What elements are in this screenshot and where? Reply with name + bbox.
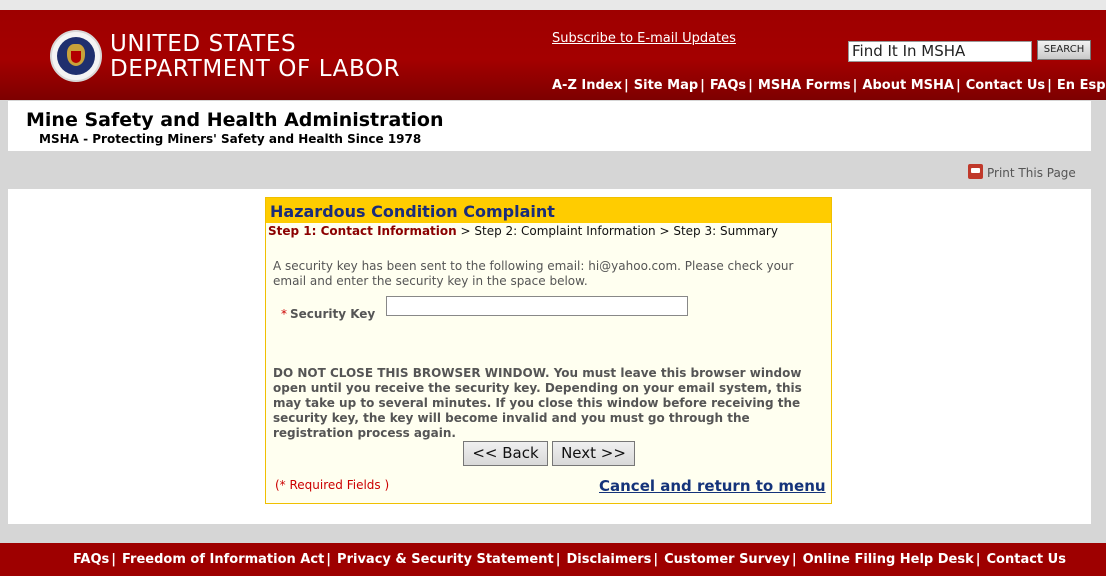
cancel-link[interactable]: Cancel and return to menu [599, 477, 826, 495]
nav-separator: | [852, 78, 858, 93]
security-key-label: * Security Key [281, 307, 375, 321]
top-nav: A-Z Index | Site Map | FAQs | MSHA Forms | About… [552, 78, 1106, 93]
nav-msha-forms[interactable]: MSHA Forms [758, 78, 851, 93]
nav-site-map[interactable]: Site Map [634, 78, 698, 93]
agency-title-bar: Mine Safety and Health Administration MS… [8, 101, 1091, 151]
step-indicator: Step 1: Contact Information > Step 2: Co… [268, 224, 778, 238]
subscribe-link[interactable]: Subscribe to E-mail Updates [552, 31, 736, 46]
next-button[interactable]: Next >> [552, 441, 635, 466]
nav-about-msha[interactable]: About MSHA [862, 78, 954, 93]
browser-warning: DO NOT CLOSE THIS BROWSER WINDOW. You mu… [273, 366, 802, 440]
site-footer: FAQs | Freedom of Information Act | Privacy … [0, 543, 1106, 576]
page-title: Mine Safety and Health Administration [26, 109, 444, 131]
footer-nav: FAQs | Freedom of Information Act | Privacy … [73, 552, 1066, 567]
footer-foia[interactable]: Freedom of Information Act [122, 552, 324, 567]
nav-separator: | [700, 78, 705, 93]
nav-contact-us[interactable]: Contact Us [966, 78, 1045, 93]
form-heading: Hazardous Condition Complaint [266, 198, 831, 223]
nav-separator: | [1047, 78, 1052, 93]
security-key-info: A security key has been sent to the foll… [273, 259, 794, 288]
footer-disclaimers[interactable]: Disclaimers [566, 552, 651, 567]
nav-separator: | [748, 78, 753, 93]
nav-az-index[interactable]: A-Z Index [552, 78, 622, 93]
security-key-input[interactable] [386, 296, 688, 316]
footer-separator: | [791, 552, 797, 567]
agency-name-line1: UNITED STATES [110, 31, 297, 57]
complaint-form: Hazardous Condition Complaint Step 1: Co… [265, 197, 832, 504]
step-2: Step 2: Complaint Information [474, 224, 656, 238]
step-1: Step 1: Contact Information [268, 224, 457, 238]
nav-faqs[interactable]: FAQs [710, 78, 746, 93]
footer-separator: | [555, 552, 561, 567]
step-separator: > [456, 224, 475, 238]
footer-separator: | [975, 552, 981, 567]
dol-seal-icon[interactable] [50, 30, 102, 82]
site-header: UNITED STATES DEPARTMENT OF LABOR Subscr… [0, 10, 1106, 100]
footer-separator: | [653, 552, 659, 567]
required-asterisk: * [281, 307, 287, 321]
nav-en-espanol[interactable]: En Español [1057, 78, 1106, 93]
required-fields-note: (* Required Fields ) [275, 478, 390, 492]
footer-faqs[interactable]: FAQs [73, 552, 109, 567]
agency-name[interactable]: UNITED STATES DEPARTMENT OF LABOR [110, 32, 400, 82]
agency-name-line2: DEPARTMENT OF LABOR [110, 56, 401, 82]
printer-icon [968, 164, 983, 179]
step-separator: > [655, 224, 674, 238]
footer-contact-us[interactable]: Contact Us [987, 552, 1066, 567]
search-input[interactable]: Find It In MSHA [848, 41, 1032, 62]
page-subtitle: MSHA - Protecting Miners' Safety and Hea… [39, 132, 422, 146]
footer-separator: | [111, 552, 116, 567]
print-page-label: Print This Page [987, 166, 1076, 180]
print-page-link[interactable]: Print This Page [968, 164, 1076, 180]
search-button[interactable]: SEARCH [1037, 40, 1091, 60]
nav-separator: | [624, 78, 629, 93]
nav-separator: | [955, 78, 961, 93]
footer-separator: | [326, 552, 332, 567]
security-key-label-text: Security Key [290, 307, 376, 321]
footer-help-desk[interactable]: Online Filing Help Desk [803, 552, 974, 567]
back-button[interactable]: << Back [463, 441, 548, 466]
top-strip [0, 0, 1106, 10]
footer-privacy[interactable]: Privacy & Security Statement [337, 552, 554, 567]
step-3: Step 3: Summary [673, 224, 778, 238]
footer-customer-survey[interactable]: Customer Survey [664, 552, 790, 567]
